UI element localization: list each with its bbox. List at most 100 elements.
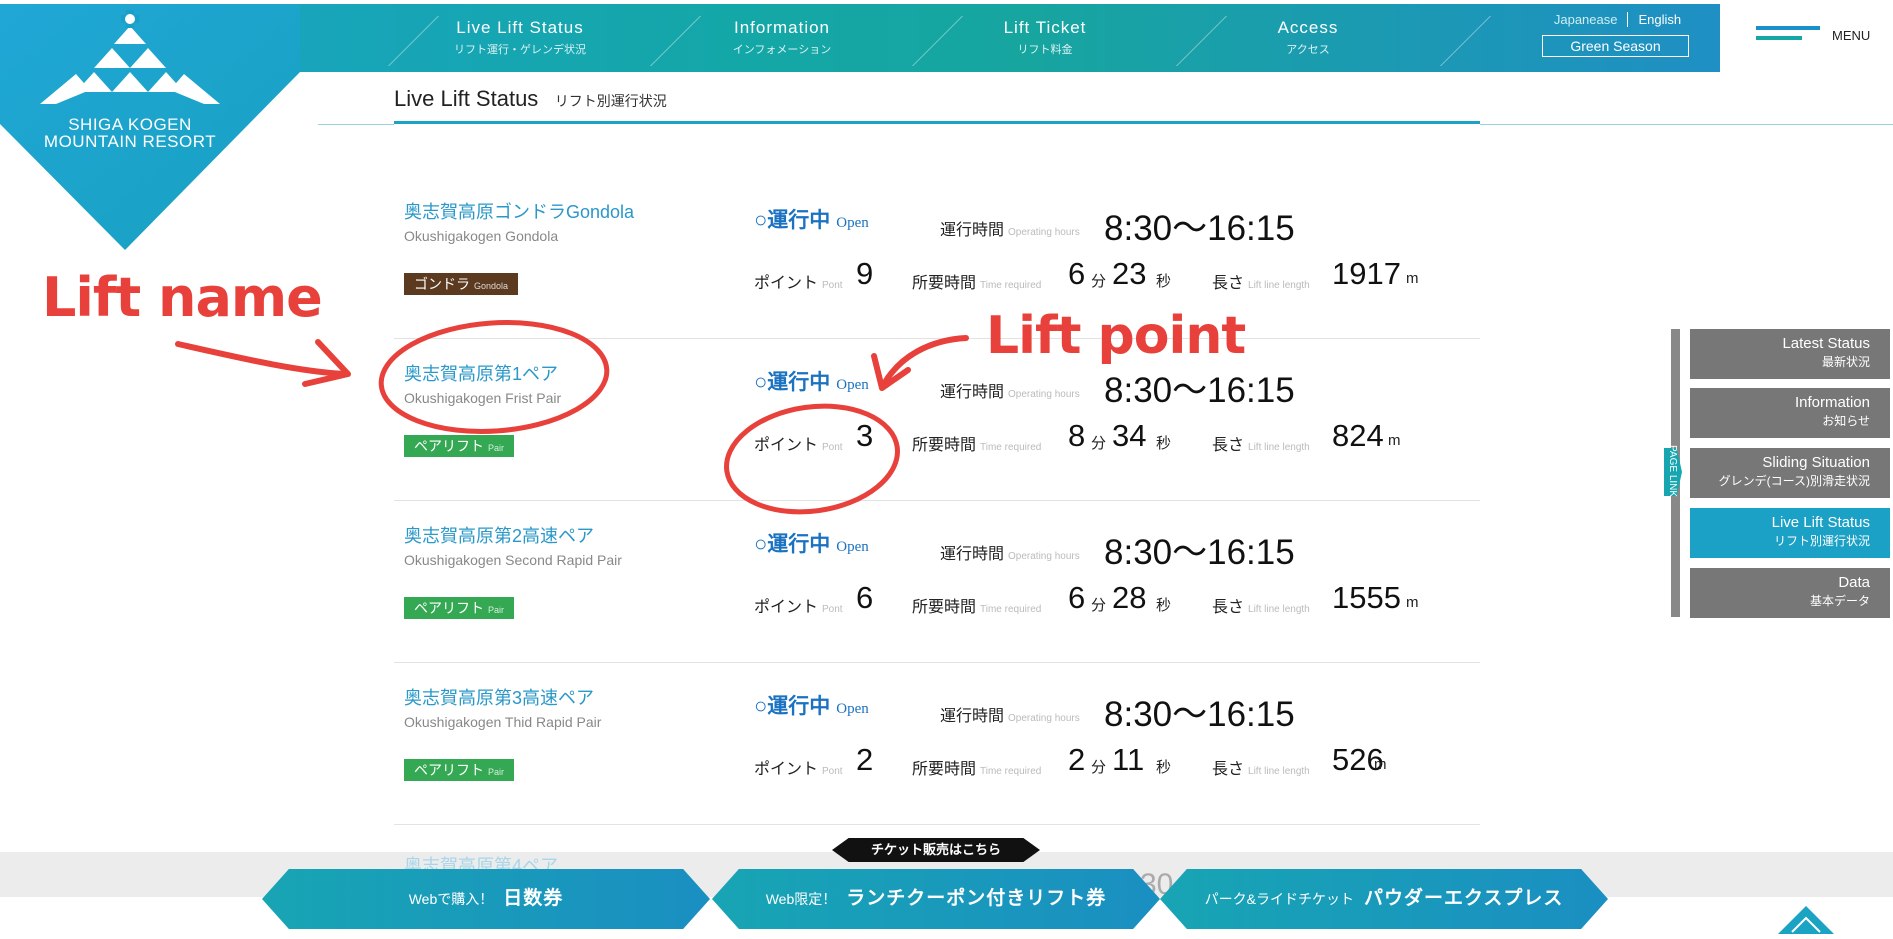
nav-sublabel: インフォメーション xyxy=(732,44,832,56)
annotation-arrow xyxy=(175,341,349,377)
point-label-jp: ポイント xyxy=(754,761,819,778)
lift-name-link[interactable]: 奥志賀高原第2高速ペア xyxy=(404,522,594,548)
lift-name-link-partial[interactable]: 奥志賀高原第4ペア xyxy=(404,852,558,871)
hours-label-en: Operating hours xyxy=(1008,713,1080,724)
nav-sublabel: アクセス xyxy=(1286,44,1330,56)
lang-japanese-link[interactable]: Japanease xyxy=(1544,12,1629,27)
lift-length: 1555 xyxy=(1332,580,1401,615)
logo-line2: MOUNTAIN RESORT xyxy=(43,132,217,151)
status-text: 運行中 xyxy=(767,695,831,718)
time-label: 所要時間 Time required xyxy=(912,593,1041,617)
hours-label-en: Operating hours xyxy=(1008,389,1080,400)
length-label-en: Lift line length xyxy=(1248,604,1310,615)
hours-label: 運行時間 Operating hours xyxy=(940,378,1080,402)
unit-minutes: 分 xyxy=(1091,273,1107,290)
length-label-jp: 長さ xyxy=(1212,275,1245,292)
lift-row: 奥志賀高原ゴンドラGondola Okushigakogen Gondola ゴ… xyxy=(394,176,1480,339)
unit-seconds: 秒 xyxy=(1156,597,1172,614)
status-text-en: Open xyxy=(836,377,869,393)
open-circle-icon: ○ xyxy=(754,369,768,394)
side-link-label: Sliding Situation xyxy=(1762,454,1870,471)
annotation-lift-name: Lift name xyxy=(42,266,323,329)
time-label: 所要時間 Time required xyxy=(912,269,1041,293)
length-label: 長さ Lift line length xyxy=(1212,431,1310,455)
ticket-button-powder-express[interactable]: パーク&ライドチケット パウダーエクスプレス xyxy=(1160,869,1608,929)
time-seconds: 11 xyxy=(1112,742,1145,777)
nav-separator xyxy=(1440,16,1491,66)
lift-name-en: Okushigakogen Second Rapid Pair xyxy=(404,552,622,568)
unit-minutes: 分 xyxy=(1091,759,1107,776)
scroll-top-button[interactable] xyxy=(1778,906,1834,934)
lift-status: ○運行中 Open xyxy=(754,366,869,396)
time-minutes: 6 xyxy=(1068,580,1086,615)
nav-information[interactable]: Information インフォメーション xyxy=(657,4,907,72)
badge-label: ペアリフト xyxy=(414,600,484,616)
length-label-jp: 長さ xyxy=(1212,437,1245,454)
divider xyxy=(1480,124,1893,125)
lift-row: 奥志賀高原第2高速ペア Okushigakogen Second Rapid P… xyxy=(394,500,1480,663)
hours-label: 運行時間 Operating hours xyxy=(940,540,1080,564)
length-label: 長さ Lift line length xyxy=(1212,269,1310,293)
lift-length: 824 xyxy=(1332,418,1384,453)
ticket-button-day-pass[interactable]: Webで購入！ 日数券 xyxy=(262,869,710,929)
nav-label: Lift Ticket xyxy=(1003,18,1087,37)
time-label-jp: 所要時間 xyxy=(912,761,977,778)
lift-name-link[interactable]: 奥志賀高原ゴンドラGondola xyxy=(404,198,634,224)
logo-text: SHIGA KOGEN MOUNTAIN RESORT xyxy=(20,116,240,150)
nav-live-lift-status[interactable]: Live Lift Status リフト運行・ゲレンデ状況 xyxy=(395,4,645,72)
badge-label: ペアリフト xyxy=(414,438,484,454)
lift-name-link[interactable]: 奥志賀高原第1ペア xyxy=(404,360,558,386)
point-label-en: Pont xyxy=(822,280,843,291)
ticket-button-label: 日数券 xyxy=(503,888,564,909)
status-text: 運行中 xyxy=(767,533,831,556)
time-label-en: Time required xyxy=(980,766,1042,777)
length-label-en: Lift line length xyxy=(1248,280,1310,291)
length-label: 長さ Lift line length xyxy=(1212,755,1310,779)
hours-label: 運行時間 Operating hours xyxy=(940,216,1080,240)
menu-button[interactable]: MENU xyxy=(1756,26,1870,48)
point-label-en: Pont xyxy=(822,604,843,615)
point-label-jp: ポイント xyxy=(754,437,819,454)
lift-length: 1917 xyxy=(1332,256,1401,291)
side-link-data[interactable]: Data 基本データ xyxy=(1690,568,1890,618)
time-label-en: Time required xyxy=(980,280,1042,291)
lift-type-badge: ゴンドラ Gondola xyxy=(404,273,519,295)
ticket-button-lunch-coupon[interactable]: Web限定！ ランチクーポン付きリフト券 xyxy=(712,869,1160,929)
lift-point: 6 xyxy=(856,580,874,615)
nav-lift-ticket[interactable]: Lift Ticket リフト料金 xyxy=(920,4,1170,72)
annotation-arrowhead xyxy=(302,339,351,387)
time-minutes: 2 xyxy=(1068,742,1086,777)
page-title-en: Live Lift Status xyxy=(394,86,539,111)
side-link-label: Data xyxy=(1838,574,1870,591)
open-circle-icon: ○ xyxy=(754,693,768,718)
status-text-en: Open xyxy=(836,701,869,717)
side-link-information[interactable]: Information お知らせ xyxy=(1690,388,1890,438)
hours-label-jp: 運行時間 xyxy=(940,546,1005,563)
side-link-sublabel: 基本データ xyxy=(1809,594,1870,608)
lift-type-badge: ペアリフト Pair xyxy=(404,435,515,457)
nav-access[interactable]: Access アクセス xyxy=(1183,4,1433,72)
lift-name-en: Okushigakogen Thid Rapid Pair xyxy=(404,714,602,730)
time-minutes: 8 xyxy=(1068,418,1086,453)
logo-line1: SHIGA KOGEN xyxy=(68,115,192,134)
divider xyxy=(318,124,394,125)
side-link-live-lift-status[interactable]: Live Lift Status リフト別運行状況 xyxy=(1690,508,1890,558)
ticket-sales-tag: チケット販売はこちら xyxy=(832,838,1040,862)
point-label-jp: ポイント xyxy=(754,275,819,292)
nav-label: Information xyxy=(733,18,831,37)
operating-hours: 8:30〜16:15 xyxy=(1104,371,1295,410)
status-text: 運行中 xyxy=(767,209,831,232)
lang-english-link[interactable]: English xyxy=(1628,12,1691,27)
resort-logo[interactable]: SHIGA KOGEN MOUNTAIN RESORT xyxy=(0,4,310,254)
lift-status: ○運行中 Open xyxy=(754,690,869,720)
lift-status: ○運行中 Open xyxy=(754,528,869,558)
side-link-sliding-situation[interactable]: Sliding Situation グレンデ(コース)別滑走状況 xyxy=(1690,448,1890,498)
green-season-button[interactable]: Green Season xyxy=(1542,35,1689,57)
side-link-latest-status[interactable]: Latest Status 最新状況 xyxy=(1690,329,1890,379)
length-label-en: Lift line length xyxy=(1248,442,1310,453)
nav-label: Access xyxy=(1277,18,1339,37)
badge-label-en: Gondola xyxy=(474,281,509,291)
lift-name-link[interactable]: 奥志賀高原第3高速ペア xyxy=(404,684,594,710)
unit-meters: m xyxy=(1374,756,1387,773)
badge-label: ゴンドラ xyxy=(414,276,470,292)
